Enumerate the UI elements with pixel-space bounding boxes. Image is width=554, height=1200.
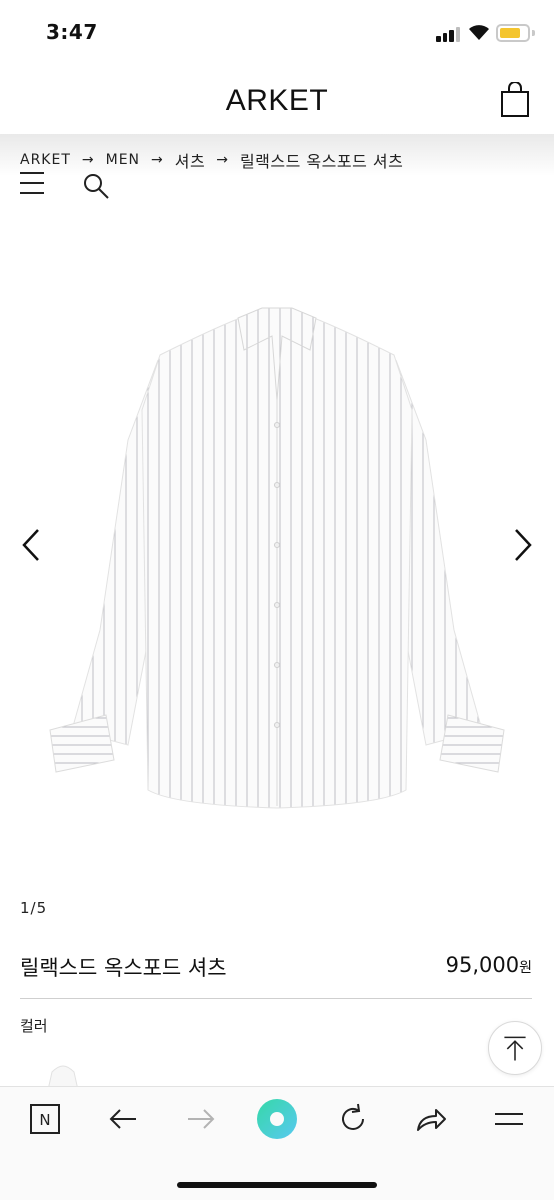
- status-bar: 3:47: [0, 0, 554, 66]
- reload-icon[interactable]: [336, 1102, 370, 1136]
- product-image[interactable]: [0, 210, 554, 890]
- breadcrumb-item-current: 릴랙스드 옥스포드 셔츠: [239, 152, 404, 171]
- battery-icon: [496, 24, 530, 42]
- product-name: 릴랙스드 옥스포드 셔츠: [20, 956, 227, 980]
- battery-cap: [532, 30, 535, 36]
- chevron-right-icon[interactable]: [506, 520, 540, 570]
- breadcrumb-item-shirts[interactable]: 셔츠: [175, 148, 205, 172]
- menu-icon[interactable]: [20, 172, 44, 194]
- breadcrumb-item-arket[interactable]: ARKET: [20, 152, 71, 168]
- breadcrumb: ARKET → MEN → 셔츠 → 릴랙스드 옥스포드 셔츠: [20, 148, 403, 172]
- divider: [20, 998, 532, 999]
- color-label: 컬러: [20, 1017, 48, 1035]
- shopping-bag-icon[interactable]: [500, 82, 530, 118]
- share-icon[interactable]: [414, 1102, 448, 1136]
- search-icon[interactable]: [82, 172, 110, 200]
- product-price: 95,000원: [446, 953, 532, 977]
- chevron-left-icon[interactable]: [14, 520, 48, 570]
- scroll-to-top-button[interactable]: [488, 1021, 542, 1075]
- breadcrumb-separator: →: [216, 152, 229, 168]
- forward-arrow-icon[interactable]: [184, 1102, 218, 1136]
- wifi-icon: [469, 25, 489, 40]
- hamburger-menu-icon[interactable]: [492, 1102, 526, 1136]
- signal-icon: [436, 26, 462, 42]
- price-currency: 원: [519, 960, 532, 976]
- green-dot-icon[interactable]: [256, 1098, 298, 1140]
- breadcrumb-separator: →: [151, 152, 164, 168]
- home-indicator: [177, 1182, 377, 1188]
- naver-n-icon[interactable]: N: [28, 1102, 62, 1136]
- back-arrow-icon[interactable]: [106, 1102, 140, 1136]
- price-value: 95,000: [445, 953, 520, 977]
- status-time: 3:47: [46, 20, 98, 44]
- gallery-pager: 1/5: [20, 899, 48, 917]
- svg-text:N: N: [39, 1111, 50, 1129]
- breadcrumb-item-men[interactable]: MEN: [106, 152, 140, 168]
- breadcrumb-separator: →: [81, 152, 95, 168]
- brand-logo[interactable]: ARKET: [0, 84, 554, 118]
